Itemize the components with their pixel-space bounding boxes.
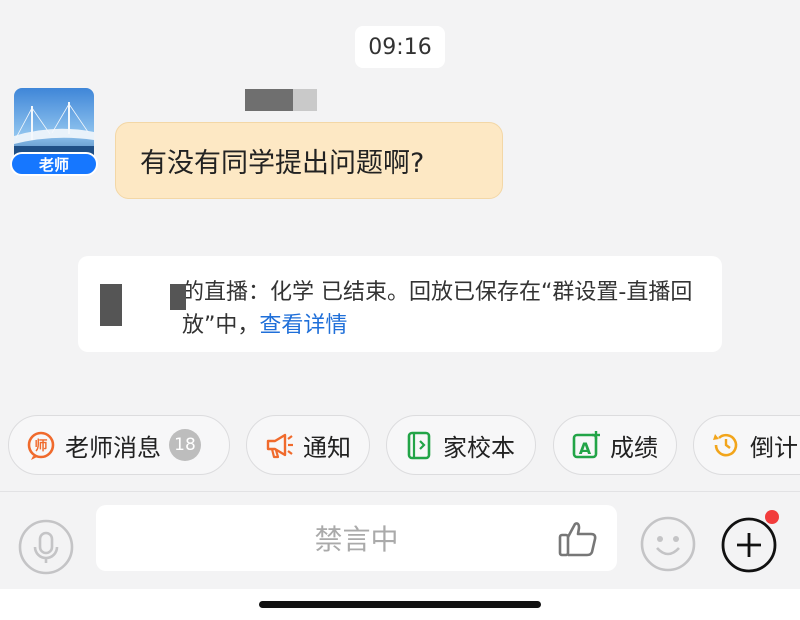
chat-input-bar: 禁言中 (0, 491, 800, 590)
voice-button[interactable] (18, 519, 74, 579)
quick-action-grades[interactable]: A 成绩 (553, 415, 677, 475)
muted-placeholder: 禁言中 (314, 523, 399, 556)
quick-action-label: 倒计 (750, 433, 798, 462)
quick-action-countdown[interactable]: 倒计 (693, 415, 800, 475)
quick-action-notice[interactable]: 通知 (246, 415, 370, 475)
quick-action-label: 家校本 (443, 433, 515, 462)
message-timestamp: 09:16 (355, 26, 445, 68)
like-button[interactable] (557, 519, 599, 563)
microphone-icon (18, 519, 74, 575)
plus-icon (721, 517, 777, 573)
new-feature-dot (765, 510, 779, 524)
thumbs-up-icon (558, 522, 597, 557)
sender-name-redacted (245, 89, 293, 111)
quick-action-home-school-book[interactable]: 家校本 (386, 415, 536, 475)
notebook-icon (403, 429, 435, 461)
timestamp-text: 09:16 (368, 34, 432, 60)
svg-text:师: 师 (34, 438, 47, 454)
live-ended-notice: 的直播：化学 已结束。回放已保存在“群设置-直播回放”中，查看详情 (78, 256, 722, 352)
emoji-button[interactable] (640, 516, 696, 576)
teacher-message-bubble[interactable]: 有没有同学提出问题啊? (115, 122, 503, 199)
unread-count-badge: 18 (169, 429, 201, 461)
smiley-icon (640, 516, 696, 572)
notice-name-redacted (100, 284, 122, 326)
notice-name-redacted-2 (170, 284, 186, 310)
megaphone-icon (263, 429, 295, 461)
teacher-role-badge: 老师 (10, 152, 98, 176)
teacher-message-icon: 师 (25, 429, 57, 461)
quick-action-label: 成绩 (610, 433, 658, 462)
view-details-link[interactable]: 查看详情 (259, 313, 347, 338)
home-indicator[interactable] (259, 601, 541, 608)
svg-text:A: A (579, 439, 592, 458)
quick-action-label: 老师消息 (65, 433, 161, 462)
quick-action-label: 通知 (303, 433, 351, 462)
message-input[interactable]: 禁言中 (96, 505, 617, 571)
countdown-icon (710, 429, 742, 461)
message-text: 有没有同学提出问题啊? (140, 148, 425, 179)
more-actions-button[interactable] (720, 516, 778, 578)
quick-action-bar: 师 老师消息 18 通知 家校本 A 成绩 倒计 (0, 415, 800, 477)
grade-icon: A (570, 429, 602, 461)
sender-name-redacted-tail (293, 89, 317, 111)
quick-action-teacher-messages[interactable]: 师 老师消息 18 (8, 415, 230, 475)
